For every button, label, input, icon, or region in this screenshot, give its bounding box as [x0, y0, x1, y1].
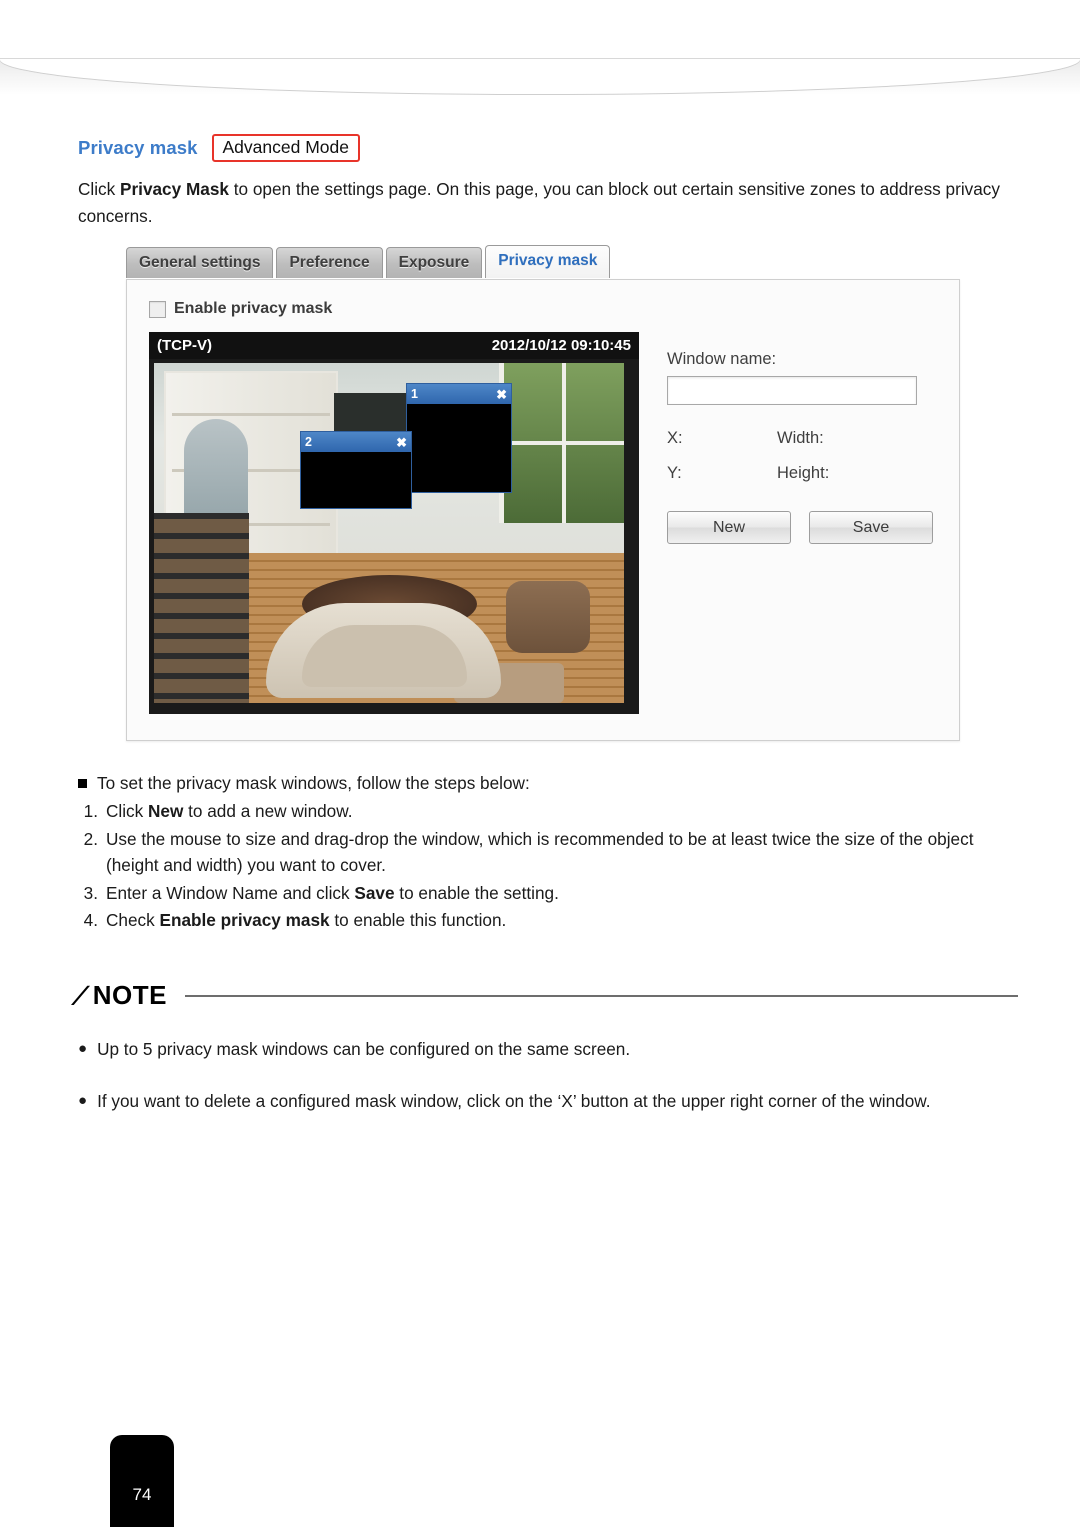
step-item: 3. Enter a Window Name and click Save to… [78, 881, 1018, 907]
settings-tabs: General settings Preference Exposure Pri… [126, 245, 611, 279]
video-timestamp: 2012/10/12 09:10:45 [491, 337, 631, 355]
step-text-bold: Save [354, 882, 395, 903]
lightning-icon: ⁄ [74, 979, 87, 1011]
step-number: 3. [83, 882, 98, 903]
scene-sofa-seat [302, 625, 467, 688]
video-preview: (TCP-V) 2012/10/12 09:10:45 1 ✖ 2 ✖ [149, 332, 639, 715]
video-protocol: (TCP-V) [157, 337, 212, 355]
note-item: ● If you want to delete a configured mas… [78, 1089, 1018, 1115]
step-text-pre: Check [106, 910, 160, 931]
width-label: Width: [777, 429, 824, 448]
step-text: Click New to add a new window. [106, 799, 1018, 825]
note-section: ⁄ NOTE ● Up to 5 privacy mask windows ca… [74, 979, 1018, 1115]
new-button[interactable]: New [667, 511, 791, 545]
note-item-text: If you want to delete a configured mask … [97, 1090, 931, 1111]
tab-preference[interactable]: Preference [276, 247, 383, 279]
mask-window-form: Window name: X: Width: Y: Height: New Sa… [667, 350, 937, 545]
intro-paragraph: Click Privacy Mask to open the settings … [78, 176, 1018, 229]
bullet-icon: ● [78, 1091, 88, 1109]
bullet-icon: ● [78, 1040, 88, 1058]
steps-list: To set the privacy mask windows, follow … [78, 771, 1018, 934]
advanced-mode-badge: Advanced Mode [211, 133, 360, 163]
page-header-curve [0, 58, 1080, 95]
step-text-post: to enable this function. [329, 910, 507, 931]
note-item: ● Up to 5 privacy mask windows can be co… [78, 1037, 1018, 1063]
steps-intro-text: To set the privacy mask windows, follow … [97, 773, 530, 794]
mask-window-1[interactable]: 1 ✖ [406, 383, 512, 494]
step-text-pre: Enter a Window Name and click [106, 882, 355, 903]
page-number: 74 [132, 1485, 152, 1504]
enable-privacy-mask-label: Enable privacy mask [174, 300, 333, 318]
steps-intro-line: To set the privacy mask windows, follow … [78, 771, 1018, 797]
scene-shelf [172, 413, 330, 417]
step-number: 4. [83, 910, 98, 931]
page-header-curve-inner [0, 59, 1080, 95]
step-text: Use the mouse to size and drag-drop the … [106, 827, 1018, 879]
video-status-bar: (TCP-V) 2012/10/12 09:10:45 [149, 332, 639, 360]
step-text-bold: New [148, 801, 184, 822]
mask-window-2-number: 2 [305, 435, 312, 450]
privacy-mask-panel: Enable privacy mask (TCP-V) 2012/10/12 0… [126, 279, 960, 742]
mask-window-2[interactable]: 2 ✖ [300, 431, 412, 510]
step-number: 1. [83, 801, 98, 822]
page-title: Privacy mask [78, 137, 198, 158]
mask-window-1-number: 1 [411, 387, 418, 402]
scene-armchair [506, 581, 590, 654]
checkbox-icon[interactable] [149, 300, 166, 318]
page-content: Privacy mask Advanced Mode Click Privacy… [74, 132, 1018, 1115]
enable-privacy-mask-row[interactable]: Enable privacy mask [149, 300, 332, 318]
step-text-bold: Enable privacy mask [159, 910, 330, 931]
video-frame: 1 ✖ 2 ✖ [154, 363, 624, 704]
privacy-mask-screenshot: General settings Preference Exposure Pri… [126, 245, 960, 745]
intro-pre: Click [78, 179, 121, 199]
note-item-text: Up to 5 privacy mask windows can be conf… [97, 1039, 631, 1060]
step-item: 2. Use the mouse to size and drag-drop t… [78, 827, 1018, 879]
y-label: Y: [667, 464, 682, 483]
step-text: Check Enable privacy mask to enable this… [106, 908, 1018, 934]
step-text-post: to enable the setting. [394, 882, 559, 903]
page-header-band [0, 0, 1080, 60]
coordinates-grid: X: Width: Y: Height: [667, 429, 937, 483]
save-button[interactable]: Save [809, 511, 933, 545]
note-divider [184, 994, 1018, 997]
close-icon[interactable]: ✖ [396, 436, 407, 449]
step-text: Enter a Window Name and click Save to en… [106, 881, 1018, 907]
window-name-label: Window name: [667, 350, 777, 369]
mask-window-2-header[interactable]: 2 ✖ [301, 432, 411, 453]
x-label: X: [667, 429, 683, 448]
step-text-pre: Use the mouse to size and drag-drop the … [106, 828, 974, 875]
scene-window [499, 363, 624, 524]
step-text-post: to add a new window. [183, 801, 353, 822]
scene-stairs [154, 513, 249, 704]
section-heading: Privacy mask Advanced Mode [78, 132, 1018, 164]
tab-privacy-mask[interactable]: Privacy mask [485, 245, 611, 279]
tab-general-settings[interactable]: General settings [126, 247, 274, 279]
step-text-pre: Click [106, 801, 149, 822]
form-buttons: New Save [667, 511, 937, 545]
mask-window-1-header[interactable]: 1 ✖ [407, 384, 511, 405]
step-item: 1. Click New to add a new window. [78, 799, 1018, 825]
scene-window-mullion-v [562, 363, 566, 524]
window-name-input[interactable] [667, 376, 917, 406]
page-footer-tab [110, 1435, 174, 1527]
square-bullet-icon [78, 779, 87, 789]
height-label: Height: [777, 464, 830, 483]
step-item: 4. Check Enable privacy mask to enable t… [78, 908, 1018, 934]
intro-bold: Privacy Mask [120, 179, 229, 199]
note-header: ⁄ NOTE [74, 979, 1018, 1011]
tab-exposure[interactable]: Exposure [385, 247, 483, 279]
close-icon[interactable]: ✖ [496, 388, 507, 401]
step-number: 2. [83, 828, 98, 849]
note-title: NOTE [92, 980, 167, 1011]
